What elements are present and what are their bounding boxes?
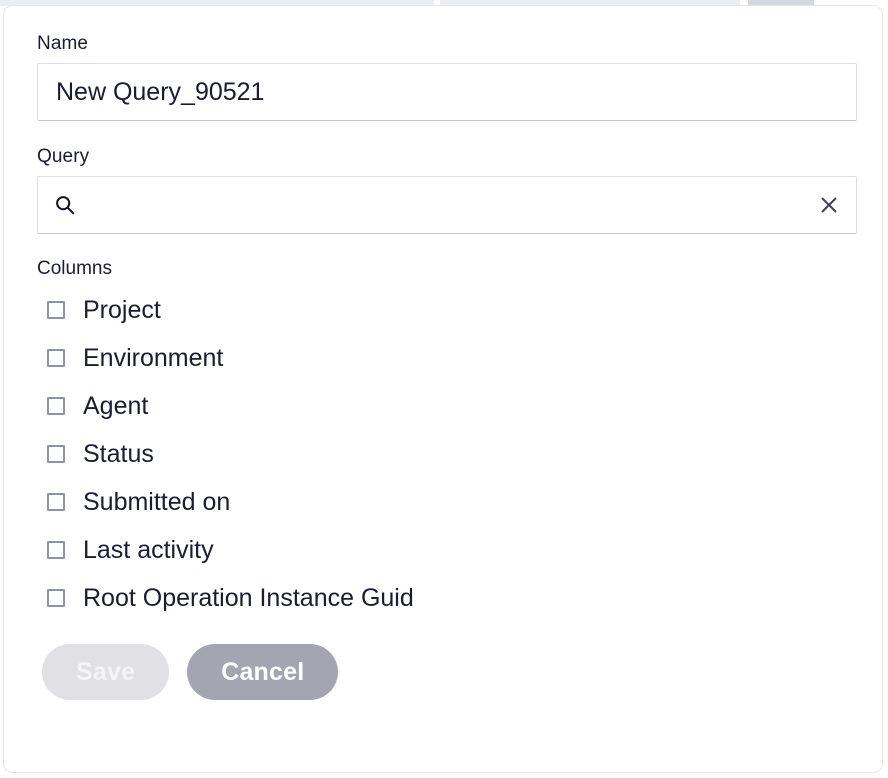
columns-label: Columns	[37, 258, 112, 279]
query-search-input[interactable]	[86, 177, 820, 235]
checkbox-label: Root Operation Instance Guid	[83, 583, 414, 612]
checkbox-label: Status	[83, 439, 154, 468]
checkbox-icon[interactable]	[47, 589, 65, 607]
checkbox-label: Agent	[83, 391, 149, 420]
checkbox-row-status[interactable]: Status	[37, 430, 849, 478]
checkbox-label: Last activity	[83, 535, 214, 564]
checkbox-row-environment[interactable]: Environment	[37, 334, 849, 382]
name-input[interactable]	[37, 63, 857, 121]
clear-query-button[interactable]	[816, 192, 842, 218]
query-search-box	[37, 176, 857, 235]
checkbox-icon[interactable]	[47, 493, 65, 511]
checkbox-icon[interactable]	[47, 301, 65, 319]
query-editor-dialog: Name Query Columns Project	[3, 5, 883, 773]
dialog-footer: Save Cancel	[37, 644, 849, 700]
name-field-group: Name	[37, 33, 857, 121]
checkbox-icon[interactable]	[47, 445, 65, 463]
checkbox-icon[interactable]	[47, 397, 65, 415]
checkbox-label: Submitted on	[83, 487, 231, 516]
columns-checkbox-list: Project Environment Agent Status Submitt…	[37, 286, 849, 622]
save-button[interactable]: Save	[42, 644, 170, 700]
search-icon	[56, 196, 75, 215]
cancel-button[interactable]: Cancel	[187, 644, 339, 700]
checkbox-label: Environment	[83, 343, 224, 372]
checkbox-row-agent[interactable]: Agent	[37, 382, 849, 430]
query-label: Query	[37, 146, 90, 167]
checkbox-row-project[interactable]: Project	[37, 286, 849, 334]
close-icon	[821, 197, 837, 213]
checkbox-icon[interactable]	[47, 349, 65, 367]
name-label: Name	[37, 33, 89, 54]
query-field-group: Query	[37, 146, 857, 235]
checkbox-label: Project	[83, 295, 161, 324]
checkbox-row-submitted-on[interactable]: Submitted on	[37, 478, 849, 526]
checkbox-row-root-operation-instance-guid[interactable]: Root Operation Instance Guid	[37, 574, 849, 622]
checkbox-icon[interactable]	[47, 541, 65, 559]
checkbox-row-last-activity[interactable]: Last activity	[37, 526, 849, 574]
